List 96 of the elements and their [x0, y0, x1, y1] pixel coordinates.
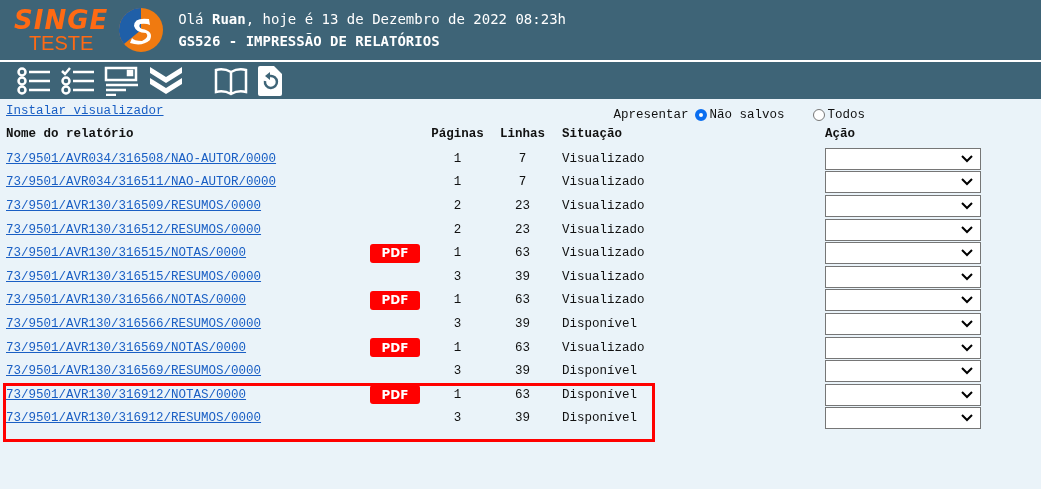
action-dropdown[interactable] [825, 336, 981, 359]
report-link[interactable]: 73/9501/AVR130/316912/RESUMOS/0000 [6, 411, 262, 426]
caret-icon [960, 295, 974, 306]
radio-label: Não salvos [709, 108, 785, 122]
column-header: Ação [825, 127, 856, 141]
page-title: GS526 - IMPRESSÃO DE RELATÓRIOS [178, 33, 441, 49]
install-viewer-link[interactable]: Instalar visualizador [6, 104, 164, 118]
status-cell-text: Disponível [561, 316, 638, 331]
action-dropdown[interactable] [825, 360, 981, 383]
action-dropdown[interactable] [825, 195, 981, 217]
radio-button[interactable] [694, 109, 707, 121]
report-link[interactable]: 73/9501/AVR130/316515/NOTAS/0000 [6, 246, 247, 261]
action-dropdown[interactable] [825, 171, 981, 194]
checklist-icon[interactable] [60, 65, 96, 96]
report-link[interactable]: 73/9501/AVR130/316512/RESUMOS/0000 [6, 222, 262, 237]
pages-cell-text: 2 [452, 222, 463, 237]
logo-subtitle: TESTE [28, 33, 94, 53]
pages-cell-text: 3 [452, 411, 463, 426]
status-cell-text: Visualizado [561, 175, 646, 190]
pdf-button[interactable]: PDF [370, 338, 420, 358]
logo-wordmark: SINGE [14, 7, 109, 33]
report-link[interactable]: 73/9501/AVR130/316509/RESUMOS/0000 [6, 199, 262, 213]
column-header: Situação [561, 127, 623, 141]
caret-icon [960, 342, 974, 353]
column-header: Linhas [499, 127, 546, 141]
report-link[interactable]: 73/9501/AVR130/316569/RESUMOS/0000 [6, 364, 262, 379]
pages-cell-text: 2 [452, 199, 463, 213]
status-cell-text: Visualizado [561, 340, 646, 355]
column-header: Páginas [430, 127, 485, 141]
report-link[interactable]: 73/9501/AVR130/316569/NOTAS/0000 [6, 340, 247, 355]
pages-cell-text: 1 [452, 340, 463, 355]
status-cell-text: Visualizado [561, 246, 646, 261]
caret-icon [960, 318, 974, 329]
report-link[interactable]: 73/9501/AVR034/316511/NAO-AUTOR/0000 [6, 175, 277, 190]
lines-cell-text: 39 [514, 411, 531, 426]
status-cell-text: Visualizado [561, 151, 646, 166]
action-dropdown[interactable] [825, 312, 981, 335]
lines-cell-text: 63 [514, 340, 531, 355]
radio-label: Todos [827, 108, 866, 122]
action-dropdown[interactable] [825, 265, 981, 288]
status-cell-text: Visualizado [561, 269, 646, 284]
book-icon[interactable] [214, 65, 248, 96]
action-dropdown[interactable] [825, 407, 981, 430]
filter-label: Apresentar [613, 108, 689, 122]
action-dropdown[interactable] [825, 218, 981, 241]
lines-cell-text: 39 [514, 364, 531, 379]
report-link[interactable]: 73/9501/AVR130/316566/NOTAS/0000 [6, 293, 247, 308]
action-dropdown[interactable] [825, 242, 981, 265]
pages-cell-text: 3 [452, 269, 463, 284]
caret-icon [960, 177, 974, 188]
status-cell-text: Visualizado [561, 199, 646, 213]
report-link[interactable]: 73/9501/AVR130/316912/NOTAS/0000 [6, 387, 247, 402]
pages-cell-text: 1 [452, 387, 463, 402]
pages-cell-text: 3 [452, 316, 463, 331]
caret-icon [960, 153, 974, 164]
lines-cell-text: 23 [514, 222, 531, 237]
status-cell-text: Visualizado [561, 293, 646, 308]
caret-icon [960, 271, 974, 282]
action-dropdown[interactable] [825, 147, 981, 170]
lines-cell-text: 39 [514, 316, 531, 331]
radio-button[interactable] [812, 109, 825, 121]
status-cell-text: Disponível [561, 387, 638, 402]
form-icon[interactable] [104, 65, 140, 96]
pages-cell-text: 1 [452, 175, 463, 190]
caret-icon [960, 366, 974, 377]
pdf-button[interactable]: PDF [370, 243, 420, 263]
caret-icon [960, 389, 974, 400]
greeting-text: Olá Ruan, hoje é 13 de Dezembro de 2022 08:23h [178, 11, 566, 27]
status-cell-text: Visualizado [561, 222, 646, 237]
status-cell-text: Disponível [561, 411, 638, 426]
pages-cell-text: 1 [452, 151, 463, 166]
lines-cell-text: 39 [514, 269, 531, 284]
caret-icon [960, 248, 974, 259]
lines-cell-text: 23 [514, 199, 531, 213]
pages-cell-text: 1 [452, 246, 463, 261]
list-icon[interactable] [16, 65, 52, 96]
pages-cell-text: 1 [452, 293, 463, 308]
chevrons-down-icon[interactable] [148, 64, 184, 97]
lines-cell-text: 7 [517, 175, 528, 190]
caret-icon [960, 201, 974, 211]
lines-cell-text: 7 [517, 151, 528, 166]
pages-cell-text: 3 [452, 364, 463, 379]
refresh-document-icon[interactable] [256, 64, 284, 97]
report-link[interactable]: 73/9501/AVR130/316566/RESUMOS/0000 [6, 316, 262, 331]
lines-cell-text: 63 [514, 246, 531, 261]
pdf-button[interactable]: PDF [370, 290, 420, 310]
action-dropdown[interactable] [825, 289, 981, 312]
caret-icon [960, 413, 974, 424]
action-dropdown[interactable] [825, 383, 981, 406]
report-link[interactable]: 73/9501/AVR034/316508/NAO-AUTOR/0000 [6, 151, 277, 166]
report-link[interactable]: 73/9501/AVR130/316515/RESUMOS/0000 [6, 269, 262, 284]
caret-icon [960, 224, 974, 235]
lines-cell-text: 63 [514, 293, 531, 308]
lines-cell-text: 63 [514, 387, 531, 402]
column-header: Nome do relatório [5, 127, 135, 141]
status-cell-text: Disponível [561, 364, 638, 379]
